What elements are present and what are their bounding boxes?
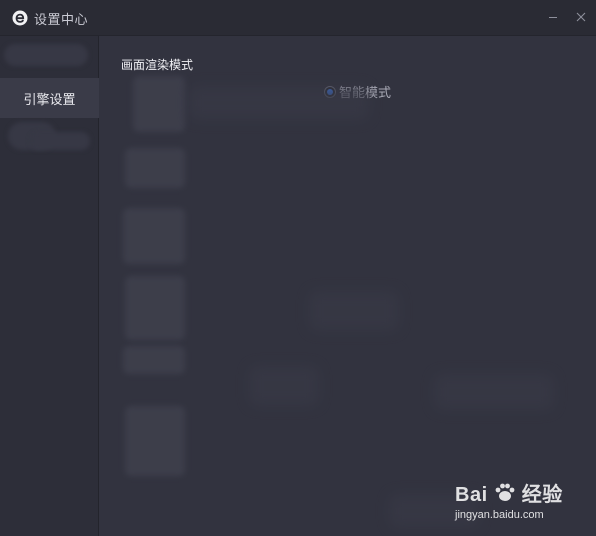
sidebar-item-label: 引擎设置: [23, 92, 76, 108]
blurred-option: [133, 76, 185, 132]
settings-content: 画面渲染模式 智能模式: [99, 36, 596, 536]
watermark-brand-right: 经验: [521, 484, 563, 506]
settings-window: 设置中心 引擎设置 画面渲染模式 智能模式: [0, 0, 596, 536]
app-e-logo-icon: [12, 10, 28, 26]
blurred-option: [125, 148, 185, 188]
blurred-option: [125, 276, 185, 340]
minimize-button[interactable]: [544, 8, 562, 26]
blurred-option: [309, 291, 399, 331]
watermark-url: jingyan.baidu.com: [455, 509, 544, 521]
title-bar[interactable]: 设置中心: [0, 0, 596, 36]
minimize-icon: [549, 17, 557, 18]
paw-logo-icon: [494, 483, 522, 506]
close-button[interactable]: [572, 8, 590, 26]
window-title: 设置中心: [34, 13, 89, 28]
sidebar: 引擎设置: [0, 36, 99, 536]
blurred-sidebar-item: [4, 44, 88, 66]
render-mode-section-label: 画面渲染模式: [121, 58, 194, 72]
close-icon: [576, 12, 586, 22]
blurred-option: [123, 346, 185, 374]
blurred-option: [249, 366, 319, 406]
blurred-option: [189, 86, 369, 120]
sidebar-item-engine-settings[interactable]: 引擎设置: [0, 78, 99, 118]
blurred-sidebar-item: [30, 132, 90, 150]
baidu-jingyan-watermark: Bai 经验 jingyan.baidu.com: [455, 478, 585, 528]
blurred-option: [434, 374, 554, 410]
blurred-option: [123, 208, 185, 264]
blurred-option: [125, 406, 185, 476]
watermark-brand-left: Bai: [455, 484, 488, 506]
